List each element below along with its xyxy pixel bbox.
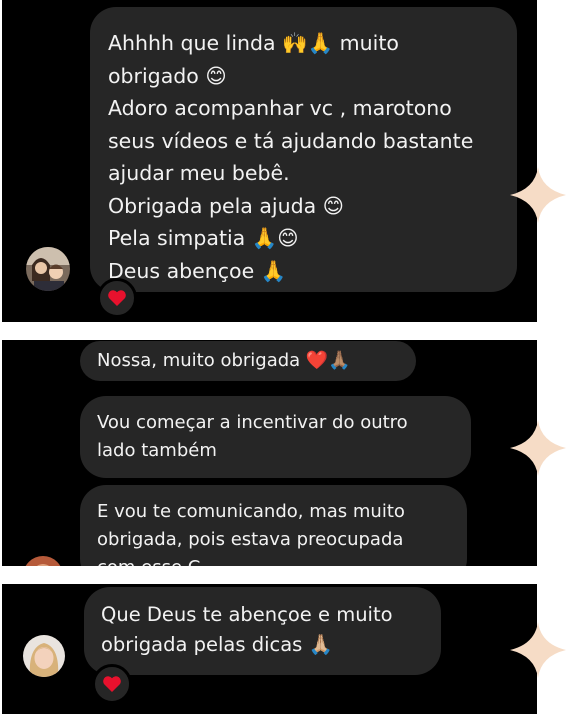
message-bubble[interactable]: Ahhhh que linda 🙌🙏 muito obrigado 😊 Ador…: [90, 7, 517, 292]
message-bubble[interactable]: Vou começar a incentivar do outro lado t…: [80, 396, 471, 478]
sparkle-decoration-icon: [510, 167, 566, 223]
heart-icon: [103, 676, 121, 692]
message-bubble[interactable]: Que Deus te abençoe e muito obrigada pel…: [84, 587, 441, 675]
heart-reaction[interactable]: [97, 278, 137, 318]
chat-screenshot-1: Ahhhh que linda 🙌🙏 muito obrigado 😊 Ador…: [2, 0, 537, 322]
heart-reaction[interactable]: [92, 664, 132, 704]
sparkle-decoration-icon: [510, 622, 566, 678]
message-bubble[interactable]: Nossa, muito obrigada ❤️🙏🏽: [80, 341, 416, 381]
chat-screenshot-2: Nossa, muito obrigada ❤️🙏🏽 Vou começar a…: [2, 340, 537, 566]
message-bubble[interactable]: E vou te comunicando, mas muito obrigada…: [80, 485, 467, 566]
sender-avatar[interactable]: [23, 556, 63, 566]
heart-icon: [108, 290, 126, 306]
chat-screenshot-3: Que Deus te abençoe e muito obrigada pel…: [2, 584, 537, 714]
sender-avatar[interactable]: [26, 247, 70, 291]
sender-avatar[interactable]: [23, 635, 65, 677]
sparkle-decoration-icon: [510, 420, 566, 476]
